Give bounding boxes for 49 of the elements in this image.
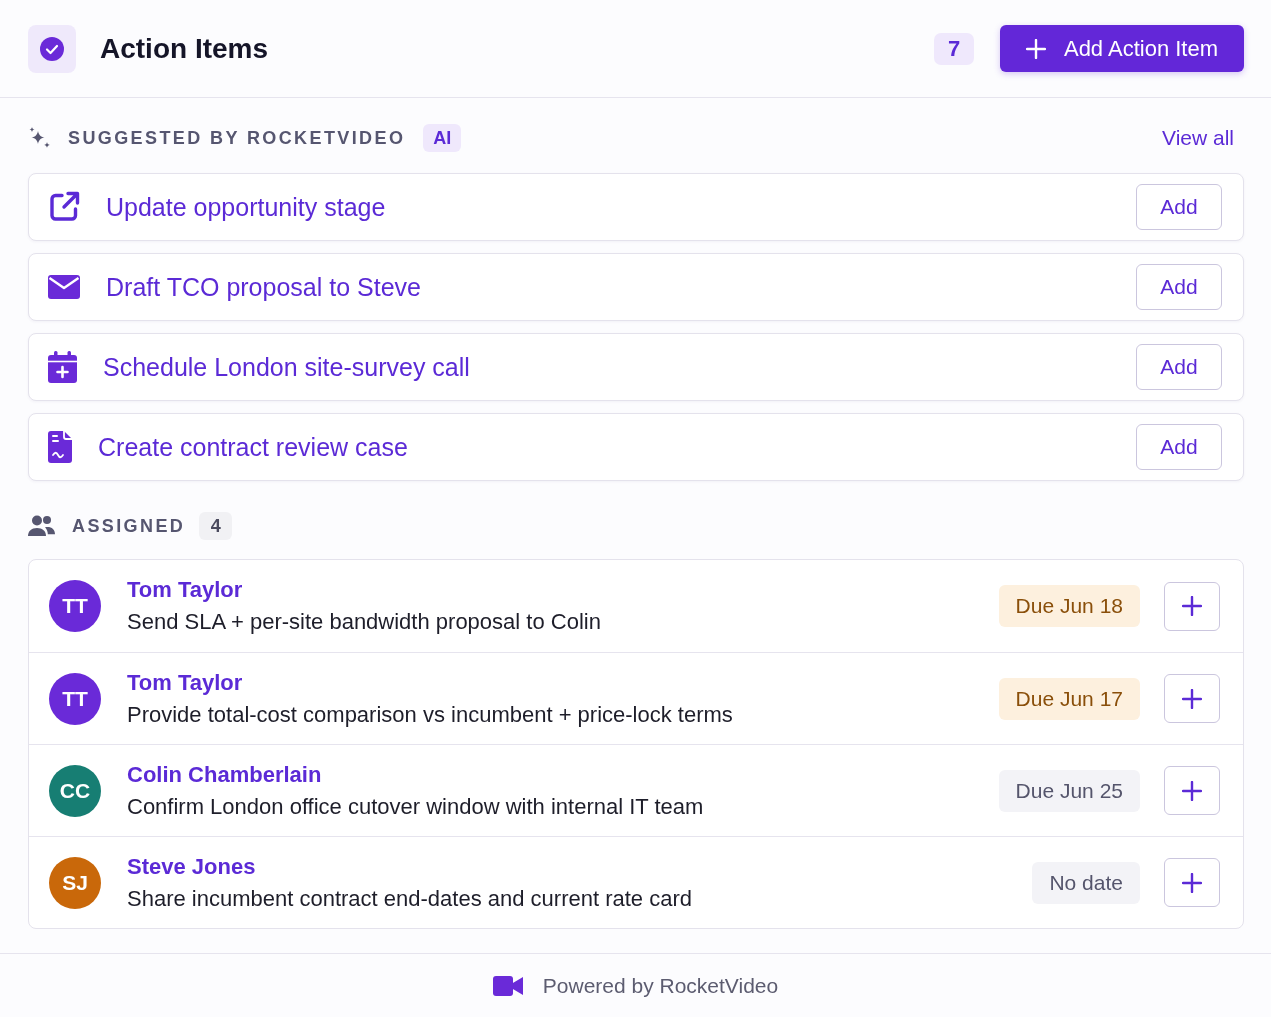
suggestion-label: Schedule London site-survey call <box>103 352 471 382</box>
add-button[interactable] <box>1164 581 1220 631</box>
plus-icon <box>1182 780 1202 801</box>
task-text: Provide total-cost comparison vs incumbent + price-lock terms <box>127 701 734 728</box>
avatar: TT <box>49 672 101 725</box>
avatar: CC <box>49 764 101 817</box>
task-text: Confirm London office cutover window with internal IT team <box>127 793 705 820</box>
count-badge: 7 <box>934 32 974 65</box>
add-button[interactable] <box>1164 674 1220 723</box>
add-action-item-button[interactable]: Add Action Item <box>1000 25 1244 72</box>
video-camera-icon <box>492 975 523 996</box>
section-heading: ASSIGNED <box>72 515 186 537</box>
envelope-icon <box>48 275 80 299</box>
suggestion-label: Draft TCO proposal to Steve <box>106 272 422 302</box>
ai-badge: AI <box>423 124 462 152</box>
calendar-plus-icon <box>48 351 77 383</box>
count-badge: 4 <box>199 512 233 540</box>
due-date-badge: No date <box>1032 861 1140 904</box>
task-text: Send SLA + per-site bandwidth proposal to Colin <box>127 609 602 635</box>
assignee-name[interactable]: Tom Taylor <box>127 669 243 696</box>
suggestion-label: Update opportunity stage <box>106 192 387 222</box>
plus-icon <box>1025 38 1046 59</box>
add-button[interactable]: Add <box>1136 344 1222 390</box>
add-button[interactable] <box>1164 858 1220 907</box>
section-heading: SUGGESTED BY ROCKETVIDEO <box>68 127 406 149</box>
external-link-icon <box>48 191 80 223</box>
due-date-badge: Due Jun 25 <box>998 769 1140 812</box>
add-button[interactable] <box>1164 766 1220 815</box>
plus-icon <box>1182 872 1202 893</box>
add-button[interactable]: Add <box>1136 264 1222 310</box>
assignee-name[interactable]: Steve Jones <box>127 853 256 880</box>
task-text: Share incumbent contract end-dates and current rate card <box>127 885 693 912</box>
sparkle-icon <box>28 126 52 150</box>
add-button[interactable]: Add <box>1136 184 1222 230</box>
page-title: Action Items <box>100 32 270 65</box>
add-button[interactable]: Add <box>1136 424 1222 470</box>
plus-icon <box>1182 688 1202 709</box>
due-date-badge: Due Jun 17 <box>998 677 1140 720</box>
assignee-name[interactable]: Colin Chamberlain <box>127 761 322 788</box>
plus-icon <box>1182 596 1202 616</box>
assignee-name[interactable]: Tom Taylor <box>127 577 243 603</box>
due-date-badge: Due Jun 18 <box>998 585 1140 627</box>
footer-text: Powered by RocketVideo <box>542 973 779 998</box>
avatar: TT <box>49 580 101 632</box>
document-icon <box>48 431 72 463</box>
avatar: SJ <box>49 856 101 909</box>
view-all-link[interactable]: View all <box>1162 126 1234 150</box>
suggestion-label: Create contract review case <box>98 432 409 462</box>
people-icon <box>28 515 55 537</box>
